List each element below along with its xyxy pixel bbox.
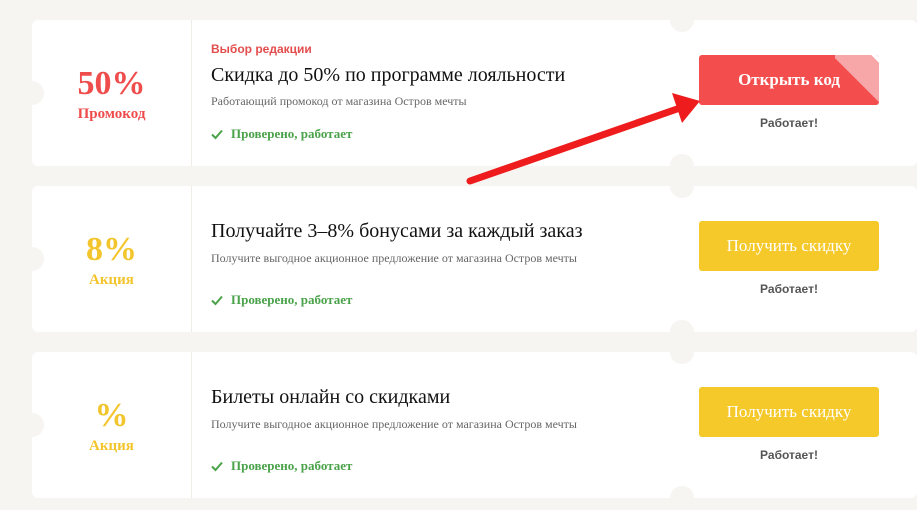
ticket-notch xyxy=(670,340,694,364)
coupon-action: Получить скидку xyxy=(699,221,879,271)
works-status: Работает! xyxy=(760,282,818,296)
check-icon xyxy=(211,461,223,472)
ticket-notch xyxy=(670,8,694,32)
coupon-value-panel: 8% Акция xyxy=(32,186,192,332)
coupon-action: Открыть код xyxy=(699,55,879,105)
coupon-card-bonus: 8% Акция Получайте 3–8% бонусами за кажд… xyxy=(20,174,917,344)
ticket-notch xyxy=(670,486,694,510)
coupon-type: Акция xyxy=(89,272,134,288)
check-icon xyxy=(211,129,223,140)
coupon-title[interactable]: Получайте 3–8% бонусами за каждый заказ xyxy=(211,220,582,243)
get-discount-label: Получить скидку xyxy=(726,402,852,421)
coupon-card-loyalty: 50% Промокод Выбор редакции Скидка до 50… xyxy=(20,8,917,178)
works-status: Работает! xyxy=(760,116,818,130)
get-discount-button[interactable]: Получить скидку xyxy=(699,221,879,271)
verified-status: Проверено, работает xyxy=(211,458,352,474)
coupon-action: Получить скидку xyxy=(699,387,879,437)
works-status: Работает! xyxy=(760,448,818,462)
verified-text: Проверено, работает xyxy=(231,126,353,141)
coupon-card-tickets: % Акция Билеты онлайн со скидками Получи… xyxy=(20,340,917,510)
verified-text: Проверено, работает xyxy=(231,458,353,473)
coupon-value: 50% xyxy=(77,65,146,102)
ticket-notch xyxy=(670,174,694,198)
coupon-info: Выбор редакции Скидка до 50% по программ… xyxy=(211,20,651,166)
verified-text: Проверено, работает xyxy=(231,292,353,307)
coupon-value-panel: 50% Промокод xyxy=(32,20,192,166)
coupon-type: Промокод xyxy=(77,106,146,122)
code-peek-fold xyxy=(835,55,879,105)
coupon-title[interactable]: Скидка до 50% по программе лояльности xyxy=(211,64,565,87)
coupon-value-panel: % Акция xyxy=(32,352,192,498)
check-icon xyxy=(211,295,223,306)
get-discount-label: Получить скидку xyxy=(726,236,852,255)
verified-status: Проверено, работает xyxy=(211,126,352,142)
editors-choice-label: Выбор редакции xyxy=(211,42,312,56)
coupon-info: Получайте 3–8% бонусами за каждый заказ … xyxy=(211,186,651,332)
coupon-type: Акция xyxy=(89,438,134,454)
verified-status: Проверено, работает xyxy=(211,292,352,308)
coupon-value: % xyxy=(94,397,129,434)
open-code-label: Открыть код xyxy=(738,70,840,89)
coupon-title[interactable]: Билеты онлайн со скидками xyxy=(211,386,450,409)
coupon-value: 8% xyxy=(86,231,137,268)
open-code-button[interactable]: Открыть код xyxy=(699,55,879,105)
coupon-info: Билеты онлайн со скидками Получите выгод… xyxy=(211,352,651,498)
coupon-description: Работающий промокод от магазина Остров м… xyxy=(211,94,467,108)
get-discount-button[interactable]: Получить скидку xyxy=(699,387,879,437)
coupon-description: Получите выгодное акционное предложение … xyxy=(211,251,577,265)
coupon-description: Получите выгодное акционное предложение … xyxy=(211,417,577,431)
